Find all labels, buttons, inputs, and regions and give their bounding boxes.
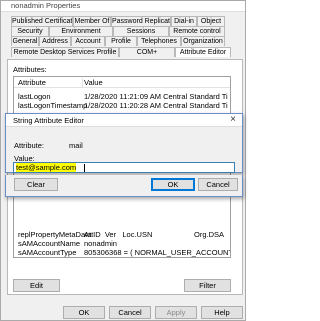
dialog-cancel-button[interactable]: Cancel	[198, 178, 238, 191]
tab-object[interactable]: Object	[197, 16, 225, 26]
attr-name: replPropertyMetaData	[18, 230, 92, 239]
window-title: nonadmin Properties	[11, 1, 81, 10]
column-attribute[interactable]: Attribute	[18, 78, 46, 87]
list-item[interactable]: sAMAccountName nonadmin	[14, 239, 230, 248]
tab-general[interactable]: General	[11, 36, 39, 46]
text-caret	[84, 164, 86, 172]
tab-security[interactable]: Security	[11, 26, 49, 36]
value-text: test@sample.com	[16, 163, 77, 172]
tab-remote-desktop-services-profile[interactable]: Remote Desktop Services Profile	[11, 47, 119, 57]
help-button[interactable]: Help	[201, 306, 243, 319]
list-item[interactable]: sAMAccountType 805306368 = ( NORMAL_USER…	[14, 248, 230, 257]
attr-value: nonadmin	[84, 239, 117, 248]
cancel-button[interactable]: Cancel	[109, 306, 151, 319]
attr-name: lastLogon	[18, 92, 51, 101]
dialog-button-area: Clear OK Cancel	[5, 175, 243, 197]
window-titlebar[interactable]: nonadmin Properties	[1, 1, 245, 12]
close-icon[interactable]: ×	[228, 115, 238, 125]
list-item[interactable]: lastLogonTimestamp 1/28/2020 11:20:28 AM…	[14, 101, 230, 110]
tab-row-2: Security Environment Sessions Remote con…	[11, 26, 225, 36]
list-item[interactable]: lastLogon 1/28/2020 11:21:09 AM Central …	[14, 92, 230, 101]
tab-published-certificates[interactable]: Published Certificates	[11, 16, 73, 26]
tab-telephones[interactable]: Telephones	[137, 36, 181, 46]
tab-sessions[interactable]: Sessions	[113, 26, 169, 36]
tab-profile[interactable]: Profile	[105, 36, 137, 46]
value-input[interactable]: test@sample.com	[13, 162, 235, 173]
attr-name: sAMAccountName	[18, 239, 81, 248]
attr-value: 1/28/2020 11:20:28 AM Central Standard T…	[84, 101, 228, 110]
attributes-label: Attributes:	[13, 65, 47, 74]
dialog-title: String Attribute Editor	[13, 116, 84, 125]
list-header: Attribute Value	[14, 77, 230, 88]
tab-organization[interactable]: Organization	[181, 36, 225, 46]
attr-value: 805306368 = ( NORMAL_USER_ACCOUNT	[84, 248, 231, 257]
edit-button[interactable]: Edit	[13, 279, 60, 292]
tab-row-1: Published Certificates Member Of Passwor…	[11, 16, 225, 26]
tab-remote-control[interactable]: Remote control	[169, 26, 225, 36]
filter-button[interactable]: Filter	[184, 279, 231, 292]
attribute-label: Attribute:	[14, 141, 45, 150]
column-separator[interactable]	[82, 78, 83, 87]
attr-name: lastLogonTimestamp	[18, 101, 88, 110]
tab-password-replication[interactable]: Password Replication	[111, 16, 171, 26]
dialog-ok-button[interactable]: OK	[151, 178, 195, 191]
tab-environment[interactable]: Environment	[49, 26, 113, 36]
tab-row-4: Remote Desktop Services Profile COM+ Att…	[11, 47, 231, 57]
ok-button[interactable]: OK	[63, 306, 105, 319]
apply-button[interactable]: Apply	[155, 306, 197, 319]
attr-value: 1/28/2020 11:21:09 AM Central Standard T…	[84, 92, 228, 101]
clear-button[interactable]: Clear	[14, 178, 58, 191]
tab-dial-in[interactable]: Dial-in	[171, 16, 197, 26]
list-item[interactable]: replPropertyMetaData AttID Ver Loc.USN O…	[14, 230, 230, 239]
column-value[interactable]: Value	[84, 78, 103, 87]
attr-name: sAMAccountType	[18, 248, 77, 257]
tab-com-plus[interactable]: COM+	[119, 47, 175, 57]
tab-member-of[interactable]: Member Of	[73, 16, 111, 26]
tab-row-3: General Address Account Profile Telephon…	[11, 36, 225, 46]
tab-address[interactable]: Address	[39, 36, 71, 46]
attr-value: AttID Ver Loc.USN Org.DSA	[84, 230, 225, 239]
tab-account[interactable]: Account	[71, 36, 105, 46]
dialog-titlebar[interactable]: String Attribute Editor ×	[6, 114, 242, 127]
tab-attribute-editor[interactable]: Attribute Editor	[175, 47, 231, 57]
attribute-value: mail	[69, 141, 83, 150]
